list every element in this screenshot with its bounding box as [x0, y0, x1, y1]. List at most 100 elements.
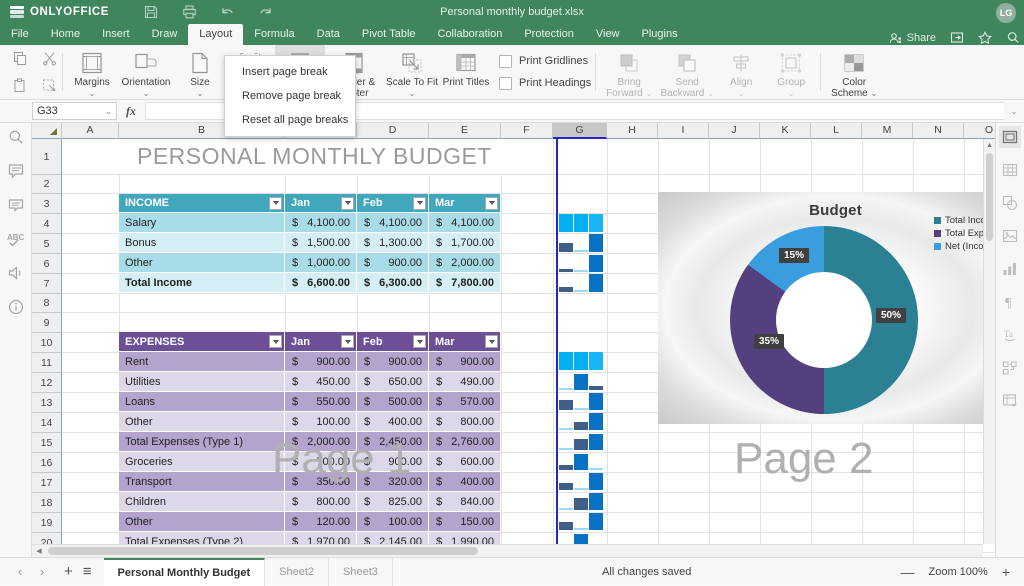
row-header-12[interactable]: 12 [32, 373, 62, 393]
cell-b1-title[interactable]: PERSONAL MONTHLY BUDGET [119, 139, 509, 174]
share-button[interactable]: Share [889, 32, 936, 44]
send-backward-button[interactable]: Send Backward ⌄ [658, 45, 716, 99]
image-settings-icon[interactable] [999, 225, 1021, 247]
table-settings-icon[interactable] [999, 159, 1021, 181]
tab-draw[interactable]: Draw [141, 24, 189, 45]
tab-insert[interactable]: Insert [91, 24, 141, 45]
scroll-left-icon[interactable]: ◀ [32, 547, 46, 555]
star-icon[interactable] [978, 31, 992, 44]
tab-formula[interactable]: Formula [243, 24, 305, 45]
cell-expense-2-mar[interactable]: $570.00 [429, 392, 501, 412]
income-header-feb-cell[interactable]: Feb [357, 194, 429, 213]
cell-expense-3-jan[interactable]: $100.00 [285, 412, 357, 432]
column-header-h[interactable]: H [607, 123, 658, 139]
cell-expense-4-mar[interactable]: $2,760.00 [429, 432, 501, 452]
column-header-i[interactable]: I [658, 123, 709, 139]
spellcheck-icon[interactable]: ABC [6, 229, 26, 249]
horizontal-scroll-thumb[interactable] [48, 547, 478, 555]
sparkline-graphic[interactable] [559, 214, 605, 232]
size-button[interactable]: Size⌄ [175, 45, 225, 99]
row-header-17[interactable]: 17 [32, 473, 62, 493]
cell-income-bonus-jan[interactable]: $1,500.00 [285, 233, 357, 253]
filter-button-exp-jan[interactable] [341, 335, 354, 348]
cell-expense-5-mar[interactable]: $600.00 [429, 452, 501, 472]
sparkline-graphic[interactable] [559, 472, 605, 490]
expenses-header-label-cell[interactable]: EXPENSES [119, 332, 285, 352]
cell-expense-1-feb[interactable]: $650.00 [357, 372, 429, 392]
expand-formula-bar-icon[interactable]: ⌄ [1004, 107, 1024, 116]
row-header-11[interactable]: 11 [32, 353, 62, 373]
column-header-j[interactable]: J [709, 123, 760, 139]
filter-button-exp-mar[interactable] [485, 335, 498, 348]
table-row-expense-3[interactable]: Other [119, 412, 285, 432]
cut-icon[interactable] [35, 45, 64, 72]
vertical-scrollbar[interactable]: ▲ [983, 139, 995, 544]
zoom-out-button[interactable]: — [901, 564, 915, 580]
about-icon[interactable] [6, 297, 26, 317]
add-sheet-button[interactable]: + [64, 563, 73, 580]
tab-protection[interactable]: Protection [513, 24, 585, 45]
paragraph-settings-icon[interactable]: ¶ [999, 291, 1021, 313]
filter-button-jan[interactable] [341, 197, 354, 210]
row-header-14[interactable]: 14 [32, 413, 62, 433]
expenses-header-feb-cell[interactable]: Feb [357, 332, 429, 352]
cell-income-other-feb[interactable]: $900.00 [357, 253, 429, 273]
cell-income-bonus-feb[interactable]: $1,300.00 [357, 233, 429, 253]
scroll-up-icon[interactable]: ▲ [984, 139, 995, 151]
shape-settings-icon[interactable] [999, 192, 1021, 214]
user-avatar[interactable]: LG [996, 3, 1016, 23]
table-row-income-other[interactable]: Other [119, 253, 285, 273]
color-scheme-button[interactable]: Color Scheme ⌄ [825, 45, 883, 99]
prev-sheet-button[interactable]: ‹ [10, 564, 30, 579]
slicer-settings-icon[interactable] [999, 390, 1021, 412]
filter-button-feb[interactable] [413, 197, 426, 210]
sparkline-graphic[interactable] [559, 412, 605, 430]
chat-icon[interactable] [6, 195, 26, 215]
table-row-expense-0[interactable]: Rent [119, 352, 285, 372]
sheet-tab-sheet2[interactable]: Sheet2 [265, 558, 329, 586]
sparkline-graphic[interactable] [559, 512, 605, 530]
table-row-income-salary[interactable]: Salary [119, 213, 285, 233]
sheet-tab-sheet3[interactable]: Sheet3 [329, 558, 393, 586]
cell-expense-1-mar[interactable]: $490.00 [429, 372, 501, 392]
cell-expense-8-mar[interactable]: $150.00 [429, 512, 501, 532]
cell-expense-6-mar[interactable]: $400.00 [429, 472, 501, 492]
group-button[interactable]: Group⌄ [766, 45, 816, 99]
sparkline-graphic[interactable] [559, 234, 605, 252]
cell-income-bonus-mar[interactable]: $1,700.00 [429, 233, 501, 253]
zoom-level-label[interactable]: Zoom 100% [929, 566, 988, 578]
cell-income-salary-feb[interactable]: $4,100.00 [357, 213, 429, 233]
table-row-income-bonus[interactable]: Bonus [119, 233, 285, 253]
spreadsheet-grid[interactable]: A B C D E F G H I J K L M N O 1 2 3 4 5 … [32, 123, 995, 557]
sparkline-graphic[interactable] [559, 352, 605, 370]
row-header-2[interactable]: 2 [32, 175, 62, 194]
tab-collaboration[interactable]: Collaboration [427, 24, 514, 45]
sheet-tab-personal-monthly-budget[interactable]: Personal Monthly Budget [104, 558, 266, 586]
print-icon[interactable] [181, 4, 197, 20]
row-header-7[interactable]: 7 [32, 274, 62, 294]
table-row-expense-6[interactable]: Transport [119, 472, 285, 492]
pivot-table-settings-icon[interactable] [999, 357, 1021, 379]
row-header-19[interactable]: 19 [32, 513, 62, 533]
cell-total-income-jan[interactable]: $6,600.00 [285, 273, 357, 293]
align-button[interactable]: Align⌄ [716, 45, 766, 99]
column-header-f[interactable]: F [501, 123, 553, 139]
table-row-expense-7[interactable]: Children [119, 492, 285, 512]
row-header-18[interactable]: 18 [32, 493, 62, 513]
sparkline-graphic[interactable] [559, 392, 605, 410]
tab-layout[interactable]: Layout [188, 24, 243, 45]
cell-expense-2-jan[interactable]: $550.00 [285, 392, 357, 412]
paste-icon[interactable] [6, 72, 35, 99]
budget-chart[interactable]: Budget 50% 35% 15% Total Income Total Ex… [658, 192, 995, 424]
cell-expense-7-jan[interactable]: $800.00 [285, 492, 357, 512]
sparkline-graphic[interactable] [559, 254, 605, 272]
tab-file[interactable]: File [0, 24, 40, 45]
cell-expense-7-mar[interactable]: $840.00 [429, 492, 501, 512]
cell-expense-4-jan[interactable]: $2,000.00 [285, 432, 357, 452]
sparkline-graphic[interactable] [559, 432, 605, 450]
tab-data[interactable]: Data [306, 24, 351, 45]
row-header-15[interactable]: 15 [32, 433, 62, 453]
cell-expense-5-feb[interactable]: $900.00 [357, 452, 429, 472]
cell-expense-3-feb[interactable]: $400.00 [357, 412, 429, 432]
column-header-g[interactable]: G [553, 123, 607, 139]
